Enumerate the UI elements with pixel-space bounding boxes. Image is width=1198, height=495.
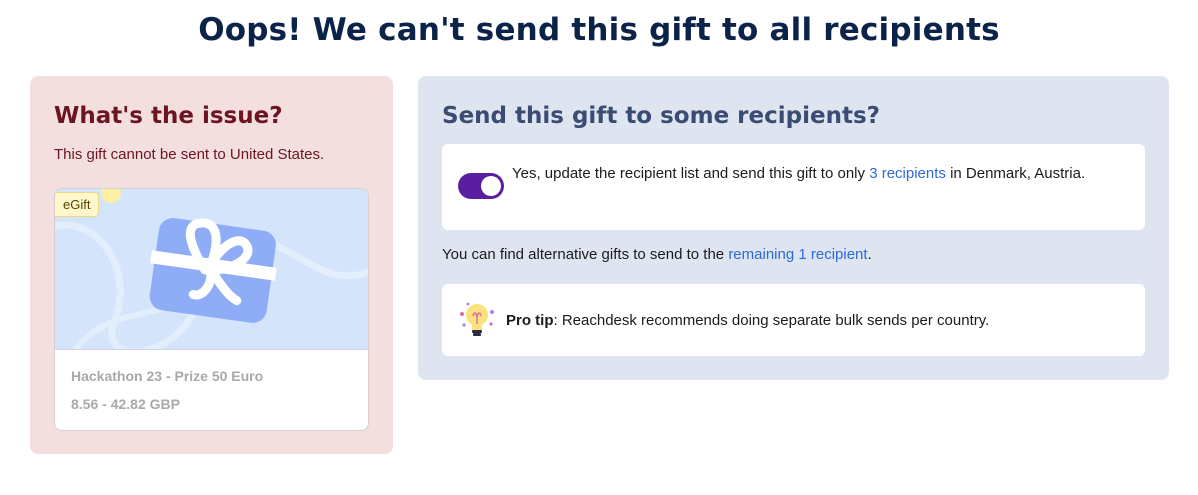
issue-panel: What's the issue? This gift cannot be se… xyxy=(30,76,393,454)
gift-card[interactable]: eGift Hackathon 23 - Prize 50 Euro 8.56 … xyxy=(54,188,369,431)
toggle-knob xyxy=(481,176,501,196)
update-recipients-toggle[interactable] xyxy=(458,173,504,199)
page-title: Oops! We can't send this gift to all rec… xyxy=(198,12,1000,48)
gift-icon xyxy=(149,218,277,323)
recipients-link[interactable]: 3 recipients xyxy=(869,165,946,182)
alt-text-after: . xyxy=(867,246,872,263)
remaining-recipient-link[interactable]: remaining 1 recipient xyxy=(728,246,867,263)
alt-text-before: You can find alternative gifts to send t… xyxy=(442,246,729,263)
issue-description: This gift cannot be sent to United State… xyxy=(54,146,325,163)
pro-tip-message: : Reachdesk recommends doing separate bu… xyxy=(553,312,990,329)
update-recipients-card: Yes, update the recipient list and send … xyxy=(442,144,1145,230)
gift-price: 8.56 - 42.82 GBP xyxy=(71,396,180,412)
gift-image xyxy=(55,189,368,350)
send-panel: Send this gift to some recipients? Yes, … xyxy=(418,76,1169,380)
alternative-gifts-text: You can find alternative gifts to send t… xyxy=(442,246,872,263)
toggle-text-after: in Denmark, Austria. xyxy=(945,165,1086,182)
update-recipients-text: Yes, update the recipient list and send … xyxy=(512,161,1122,186)
pro-tip-label: Pro tip xyxy=(506,312,554,329)
pro-tip-text: Pro tip: Reachdesk recommends doing sepa… xyxy=(506,312,989,329)
pro-tip-card: Pro tip: Reachdesk recommends doing sepa… xyxy=(442,284,1145,356)
lightbulb-icon xyxy=(460,302,494,336)
gift-name: Hackathon 23 - Prize 50 Euro xyxy=(71,368,264,384)
issue-heading: What's the issue? xyxy=(54,103,283,129)
egift-badge: eGift xyxy=(55,192,100,217)
toggle-text-before: Yes, update the recipient list and send … xyxy=(512,165,870,182)
send-heading: Send this gift to some recipients? xyxy=(442,103,880,129)
